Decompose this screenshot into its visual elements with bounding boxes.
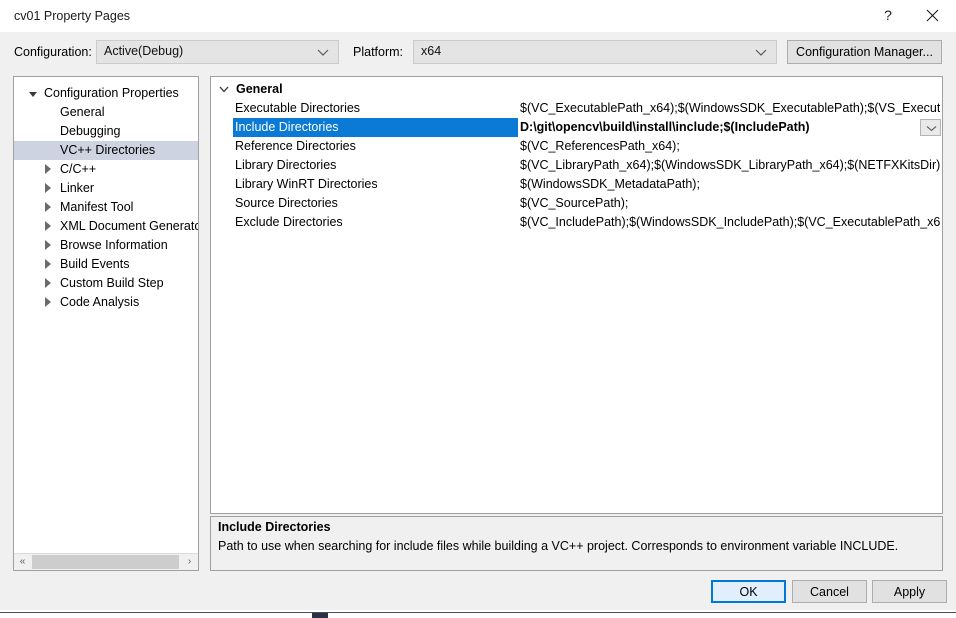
chevron-down-icon bbox=[219, 86, 229, 93]
tree-item-build-events[interactable]: Build Events bbox=[14, 255, 198, 274]
tree-item-code-analysis[interactable]: Code Analysis bbox=[14, 293, 198, 312]
configuration-select-value: Active(Debug) bbox=[104, 44, 184, 58]
property-value[interactable]: $(VC_SourcePath); bbox=[520, 194, 940, 213]
tree-item-spacer bbox=[42, 103, 56, 122]
property-value[interactable]: $(WindowsSDK_MetadataPath); bbox=[520, 175, 940, 194]
description-title: Include Directories bbox=[218, 520, 331, 534]
tree-item-label: Configuration Properties bbox=[44, 86, 179, 100]
grid-category-label: General bbox=[236, 82, 283, 96]
configuration-manager-button[interactable]: Configuration Manager... bbox=[787, 40, 942, 64]
property-tree-panel: Configuration Properties General Debugging… bbox=[13, 76, 199, 571]
property-name: Library Directories bbox=[235, 158, 337, 172]
property-pages-dialog: cv01 Property Pages ? Configuration: Act… bbox=[0, 0, 956, 610]
desktop-edge-artifact bbox=[0, 610, 956, 618]
close-icon bbox=[926, 9, 938, 22]
property-name: Exclude Directories bbox=[235, 215, 343, 229]
tree-item-label: XML Document Generator bbox=[60, 219, 199, 233]
taskbar-tab bbox=[312, 613, 328, 618]
platform-select[interactable]: x64 bbox=[413, 40, 777, 64]
cancel-button[interactable]: Cancel bbox=[792, 580, 867, 603]
tree-item-xml-document-generator[interactable]: XML Document Generator bbox=[14, 217, 198, 236]
tree-item-c-c[interactable]: C/C++ bbox=[14, 160, 198, 179]
chevron-down-icon bbox=[926, 126, 937, 132]
configuration-label: Configuration: bbox=[14, 45, 92, 59]
chevron-right-icon bbox=[42, 160, 56, 179]
tree-horizontal-scrollbar[interactable]: « › bbox=[14, 553, 198, 570]
grid-row[interactable]: Executable Directories $(VC_ExecutablePat… bbox=[211, 99, 942, 118]
description-panel: Include Directories Path to use when sea… bbox=[210, 516, 943, 571]
property-name: Library WinRT Directories bbox=[235, 177, 378, 191]
tree-item-label: VC++ Directories bbox=[60, 143, 156, 157]
chevron-right-icon bbox=[42, 236, 56, 255]
property-value[interactable]: $(VC_LibraryPath_x64);$(WindowsSDK_Libra… bbox=[520, 156, 940, 175]
platform-label: Platform: bbox=[353, 45, 404, 59]
property-tree: Configuration Properties General Debugging… bbox=[14, 84, 198, 552]
property-name: Executable Directories bbox=[235, 101, 361, 115]
title-bar: cv01 Property Pages ? bbox=[0, 0, 956, 32]
chevron-down-icon bbox=[317, 49, 329, 56]
chevron-right-icon bbox=[42, 217, 56, 236]
taskbar-line bbox=[0, 612, 956, 613]
grid-row[interactable]: Exclude Directories $(VC_IncludePath);$(W… bbox=[211, 213, 942, 232]
tree-item-general[interactable]: General bbox=[14, 103, 198, 122]
description-text: Path to use when searching for include f… bbox=[218, 539, 899, 553]
tree-item-custom-build-step[interactable]: Custom Build Step bbox=[14, 274, 198, 293]
ok-button[interactable]: OK bbox=[711, 580, 786, 603]
tree-item-label: Custom Build Step bbox=[60, 276, 164, 290]
tree-item-label: Debugging bbox=[60, 124, 121, 138]
apply-button[interactable]: Apply bbox=[872, 580, 947, 603]
question-mark-icon: ? bbox=[884, 7, 892, 23]
chevron-down-icon bbox=[26, 84, 40, 103]
value-dropdown-button[interactable] bbox=[920, 119, 941, 136]
tree-item-label: C/C++ bbox=[60, 162, 97, 176]
help-button[interactable]: ? bbox=[866, 0, 910, 31]
property-name: Source Directories bbox=[235, 196, 338, 210]
grid-row[interactable]: Include Directories D:\git\opencv\build\i… bbox=[211, 118, 942, 137]
tree-item-spacer bbox=[42, 141, 56, 160]
configuration-select[interactable]: Active(Debug) bbox=[96, 40, 339, 64]
grid-category-general[interactable]: General bbox=[211, 80, 942, 99]
grid-row[interactable]: Source Directories $(VC_SourcePath); bbox=[211, 194, 942, 213]
tree-item-configuration-properties[interactable]: Configuration Properties bbox=[14, 84, 198, 103]
property-value[interactable]: $(VC_ExecutablePath_x64);$(WindowsSDK_Ex… bbox=[520, 99, 940, 118]
chevron-down-icon bbox=[755, 49, 767, 56]
property-name: Include Directories bbox=[233, 118, 518, 137]
tree-item-label: Code Analysis bbox=[60, 295, 140, 309]
tree-item-label: Build Events bbox=[60, 257, 130, 271]
configuration-toolbar: Configuration: Active(Debug) Platform: x… bbox=[0, 40, 956, 66]
property-grid-panel: General Executable Directories $(VC_Execu… bbox=[210, 76, 943, 514]
chevron-right-icon bbox=[42, 198, 56, 217]
grid-row[interactable]: Reference Directories $(VC_ReferencesPath… bbox=[211, 137, 942, 156]
platform-select-value: x64 bbox=[421, 44, 442, 58]
tree-item-label: General bbox=[60, 105, 105, 119]
dialog-footer: OK Cancel Apply bbox=[0, 580, 956, 610]
scroll-left-icon[interactable]: « bbox=[14, 554, 31, 570]
tree-item-label: Linker bbox=[60, 181, 95, 195]
tree-item-manifest-tool[interactable]: Manifest Tool bbox=[14, 198, 198, 217]
chevron-right-icon bbox=[42, 179, 56, 198]
property-value[interactable]: $(VC_ReferencesPath_x64); bbox=[520, 137, 940, 156]
tree-item-spacer bbox=[42, 122, 56, 141]
property-grid-rows: Executable Directories $(VC_ExecutablePat… bbox=[211, 99, 942, 232]
window-title: cv01 Property Pages bbox=[14, 9, 131, 23]
grid-row[interactable]: Library Directories $(VC_LibraryPath_x64)… bbox=[211, 156, 942, 175]
tree-item-vc-directories[interactable]: VC++ Directories bbox=[14, 141, 198, 160]
property-value[interactable]: D:\git\opencv\build\install\include;$(In… bbox=[520, 118, 915, 137]
property-value[interactable]: $(VC_IncludePath);$(WindowsSDK_IncludePa… bbox=[520, 213, 940, 232]
grid-row[interactable]: Library WinRT Directories $(WindowsSDK_Me… bbox=[211, 175, 942, 194]
tree-item-label: Manifest Tool bbox=[60, 200, 134, 214]
chevron-right-icon bbox=[42, 293, 56, 312]
tree-item-label: Browse Information bbox=[60, 238, 168, 252]
chevron-right-icon bbox=[42, 274, 56, 293]
tree-item-debugging[interactable]: Debugging bbox=[14, 122, 198, 141]
close-button[interactable] bbox=[910, 0, 954, 31]
chevron-right-icon bbox=[42, 255, 56, 274]
property-name: Reference Directories bbox=[235, 139, 356, 153]
scrollbar-thumb[interactable] bbox=[32, 555, 179, 569]
tree-item-linker[interactable]: Linker bbox=[14, 179, 198, 198]
tree-item-browse-information[interactable]: Browse Information bbox=[14, 236, 198, 255]
scroll-right-icon[interactable]: › bbox=[181, 554, 198, 570]
